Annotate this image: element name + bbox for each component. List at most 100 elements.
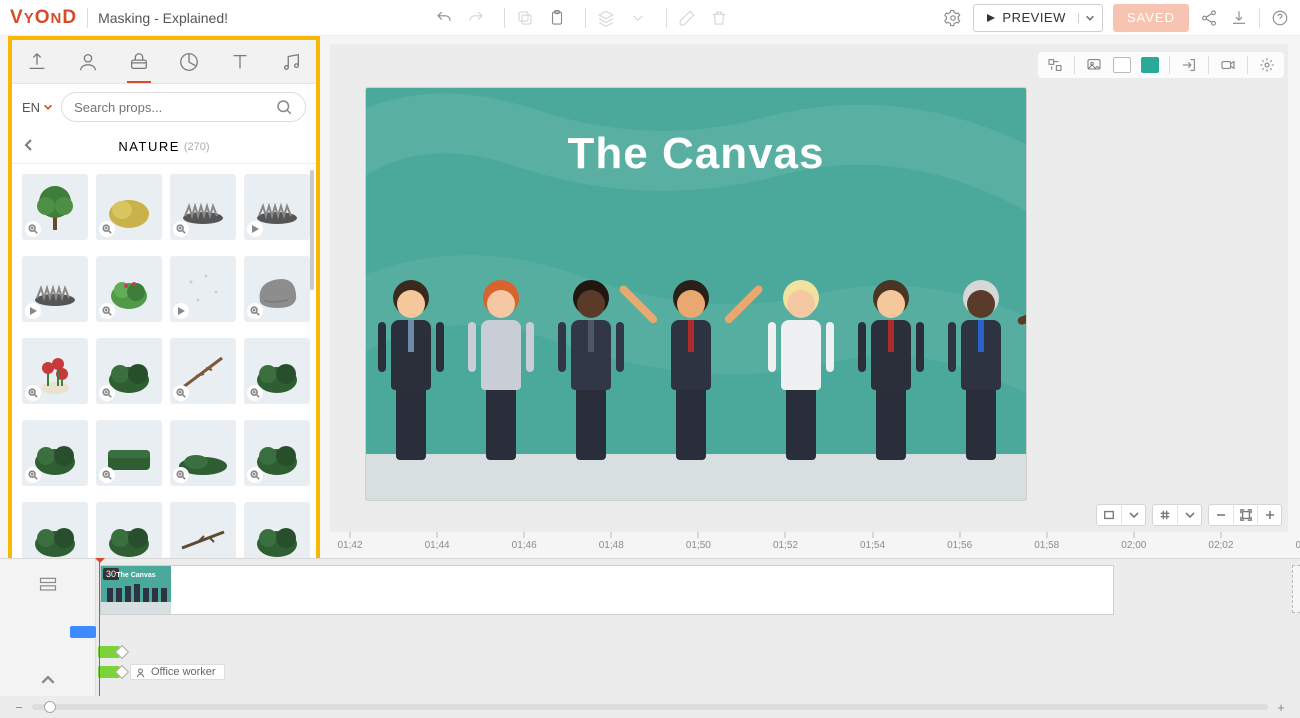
back-button[interactable] — [22, 138, 36, 155]
asset-tile[interactable] — [170, 256, 236, 322]
copy-icon[interactable] — [515, 8, 535, 28]
timeline-track[interactable] — [96, 643, 1288, 661]
zoom-icon[interactable] — [25, 385, 41, 401]
zoom-icon[interactable] — [99, 467, 115, 483]
zoom-icon[interactable] — [99, 221, 115, 237]
zoom-icon[interactable] — [173, 467, 189, 483]
timeline-track[interactable] — [96, 623, 1288, 641]
help-icon[interactable] — [1270, 8, 1290, 28]
asset-tile[interactable] — [244, 502, 310, 558]
clip-bar[interactable] — [70, 626, 96, 638]
canvas-character[interactable] — [766, 290, 836, 490]
asset-tile[interactable] — [244, 420, 310, 486]
scene-clip[interactable]: 30 The Canvas — [100, 565, 1114, 615]
zoom-icon[interactable] — [247, 467, 263, 483]
asset-tile[interactable] — [96, 174, 162, 240]
tab-upload[interactable] — [12, 40, 63, 83]
tab-props[interactable] — [113, 40, 164, 83]
zoom-icon[interactable] — [25, 221, 41, 237]
language-picker[interactable]: EN — [22, 100, 53, 115]
asset-tile[interactable] — [244, 174, 310, 240]
separator — [1259, 8, 1260, 28]
asset-tile[interactable] — [96, 502, 162, 558]
add-scene-button[interactable] — [1292, 565, 1300, 613]
download-icon[interactable] — [1229, 8, 1249, 28]
asset-tile[interactable] — [96, 338, 162, 404]
canvas-character[interactable] — [556, 290, 626, 490]
canvas[interactable]: The Canvas — [366, 88, 1026, 500]
clip-bar[interactable] — [98, 646, 120, 658]
bg-swatch-teal[interactable] — [1141, 57, 1159, 73]
background-image-icon[interactable] — [1085, 56, 1103, 74]
canvas-character[interactable] — [466, 290, 536, 490]
zoom-icon[interactable] — [247, 385, 263, 401]
timeline-collapse-icon[interactable] — [0, 670, 95, 690]
timeline-zoom-out[interactable]: − — [12, 700, 26, 715]
play-icon[interactable] — [247, 221, 263, 237]
trash-icon[interactable] — [709, 8, 729, 28]
share-icon[interactable] — [1199, 8, 1219, 28]
zoom-icon[interactable] — [173, 385, 189, 401]
zoom-fit-button[interactable] — [1233, 504, 1257, 526]
zoom-icon[interactable] — [99, 303, 115, 319]
asset-tile[interactable] — [170, 502, 236, 558]
play-icon[interactable] — [25, 303, 41, 319]
zoom-in-button[interactable] — [1257, 504, 1281, 526]
timeline-zoom-in[interactable]: + — [1274, 700, 1288, 715]
timeline-track[interactable]: Office worker — [96, 663, 1288, 681]
vc-fit-dropdown[interactable] — [1096, 504, 1146, 526]
preview-dropdown[interactable] — [1078, 13, 1102, 23]
asset-tile[interactable] — [244, 338, 310, 404]
tab-text[interactable] — [215, 40, 266, 83]
asset-tile[interactable] — [170, 338, 236, 404]
zoom-icon[interactable] — [173, 221, 189, 237]
tab-audio[interactable] — [265, 40, 316, 83]
zoom-icon[interactable] — [25, 467, 41, 483]
tab-charts[interactable] — [164, 40, 215, 83]
timeline-zoom-knob[interactable] — [44, 701, 56, 713]
vc-grid-dropdown[interactable] — [1152, 504, 1202, 526]
asset-scrollbar[interactable] — [310, 170, 314, 290]
paste-icon[interactable] — [547, 8, 567, 28]
asset-tile[interactable] — [22, 502, 88, 558]
asset-tile[interactable] — [96, 256, 162, 322]
search-box[interactable] — [61, 92, 306, 122]
ruler-tick: 01;52 — [773, 532, 798, 551]
canvas-character[interactable] — [376, 290, 446, 490]
asset-tile[interactable] — [170, 420, 236, 486]
zoom-out-button[interactable] — [1209, 504, 1233, 526]
eraser-icon[interactable] — [677, 8, 697, 28]
play-icon[interactable] — [173, 303, 189, 319]
asset-tile[interactable] — [22, 174, 88, 240]
clip-bar[interactable] — [98, 666, 120, 678]
asset-tile[interactable] — [244, 256, 310, 322]
redo-icon[interactable] — [466, 8, 486, 28]
undo-icon[interactable] — [434, 8, 454, 28]
zoom-icon[interactable] — [99, 385, 115, 401]
chevron-down-icon[interactable] — [628, 8, 648, 28]
asset-tile[interactable] — [22, 420, 88, 486]
search-input[interactable] — [74, 100, 275, 115]
layers-icon[interactable] — [596, 8, 616, 28]
replace-scene-icon[interactable] — [1046, 56, 1064, 74]
asset-tile[interactable] — [22, 338, 88, 404]
bg-swatch-white[interactable] — [1113, 57, 1131, 73]
timeline-mode-icon[interactable] — [36, 573, 60, 597]
track-label[interactable]: Office worker — [130, 664, 225, 680]
asset-tile[interactable] — [96, 420, 162, 486]
canvas-character[interactable] — [946, 290, 1016, 490]
keyframe-diamond[interactable] — [115, 645, 129, 659]
zoom-icon[interactable] — [247, 303, 263, 319]
keyframe-diamond[interactable] — [115, 665, 129, 679]
timeline-zoom-rail[interactable] — [32, 704, 1268, 710]
camera-icon[interactable] — [1219, 56, 1237, 74]
canvas-character[interactable] — [856, 290, 926, 490]
asset-tile[interactable] — [22, 256, 88, 322]
tab-characters[interactable] — [63, 40, 114, 83]
enter-effect-icon[interactable] — [1180, 56, 1198, 74]
preview-button[interactable]: PREVIEW — [973, 4, 1102, 32]
asset-tile[interactable] — [170, 174, 236, 240]
scene-settings-icon[interactable] — [1258, 56, 1276, 74]
canvas-character[interactable] — [656, 290, 726, 490]
settings-gear-icon[interactable] — [943, 8, 963, 28]
